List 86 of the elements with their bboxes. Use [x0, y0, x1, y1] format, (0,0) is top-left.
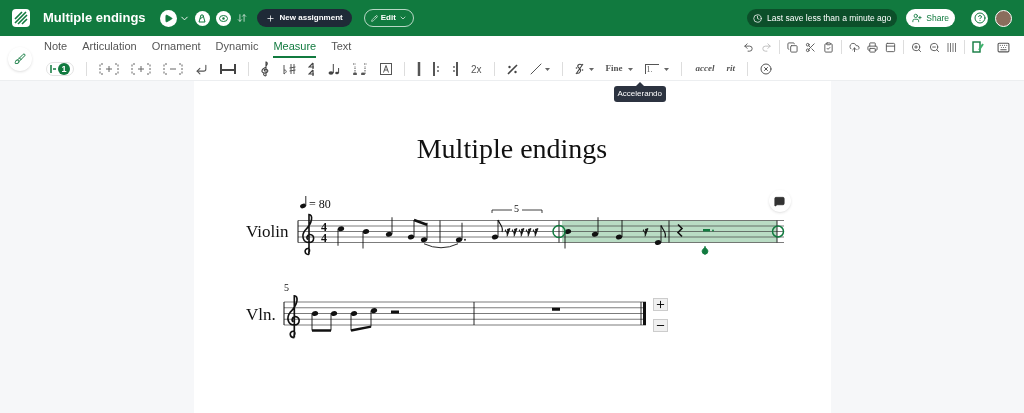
- clock-icon: [753, 13, 763, 23]
- tuner-button[interactable]: [215, 10, 231, 26]
- tab[interactable]: Note: [44, 36, 68, 58]
- keyboard-icon[interactable]: [997, 40, 1010, 54]
- droplet-icon[interactable]: [699, 245, 710, 255]
- brush-icon: [14, 53, 26, 65]
- tab[interactable]: Ornament: [151, 36, 201, 58]
- copy-icon[interactable]: [787, 41, 798, 53]
- time-signature: 4: [320, 231, 327, 245]
- add-staff-button[interactable]: [652, 298, 668, 311]
- upload-icon[interactable]: [849, 41, 860, 53]
- tab[interactable]: Articulation: [82, 36, 137, 58]
- comment-button[interactable]: [768, 190, 791, 212]
- dot-icon: [711, 229, 714, 232]
- save-status: Last save less than a minute ago: [747, 9, 898, 27]
- eye-icon: [218, 14, 228, 22]
- instrument-name: Violin: [245, 222, 288, 241]
- ritardando-button[interactable]: rit: [726, 62, 736, 76]
- segno-icon[interactable]: [574, 63, 584, 75]
- fine-dropdown[interactable]: Fine: [605, 62, 623, 76]
- score-pencil-icon[interactable]: [972, 41, 984, 53]
- cut-icon[interactable]: [805, 41, 816, 53]
- score-title: Multiple endings: [415, 133, 609, 165]
- accelerando-button[interactable]: accel: [695, 62, 715, 76]
- remove-staff-button[interactable]: [652, 319, 668, 332]
- caret-icon[interactable]: [588, 67, 594, 71]
- tab[interactable]: Dynamic: [215, 36, 259, 58]
- line-break-icon[interactable]: [195, 62, 208, 76]
- share-button[interactable]: Share: [906, 9, 955, 27]
- play-button[interactable]: [159, 9, 177, 27]
- zoom-out-icon[interactable]: [929, 41, 940, 53]
- measure-number: 5: [283, 282, 289, 293]
- measure-width-icon[interactable]: [220, 64, 236, 74]
- tempo-icon[interactable]: [328, 63, 340, 75]
- tooltip: Accelerando: [613, 86, 666, 102]
- tab[interactable]: Text: [331, 36, 352, 58]
- repeat-end-icon[interactable]: [452, 62, 459, 76]
- tab[interactable]: Measure: [273, 36, 317, 58]
- pencil-icon: [370, 14, 378, 22]
- print-icon[interactable]: [867, 41, 878, 53]
- measure-repeat-icon[interactable]: [506, 63, 518, 75]
- plus-icon: [654, 299, 666, 310]
- paste-icon[interactable]: [823, 41, 834, 53]
- add-person-icon: [912, 13, 923, 23]
- play-icon: [163, 13, 173, 23]
- caret-icon[interactable]: [544, 67, 550, 71]
- caret-icon: [398, 14, 407, 22]
- half-rest: [702, 229, 710, 232]
- volta-bracket[interactable]: 1.: [644, 64, 659, 74]
- caret-icon[interactable]: [663, 67, 669, 71]
- brush-button[interactable]: [8, 47, 32, 71]
- time-signature-icon[interactable]: [308, 62, 316, 76]
- selection-handle[interactable]: [771, 225, 784, 238]
- tuplet-number: 5: [513, 203, 519, 214]
- help-button[interactable]: [971, 9, 988, 27]
- instrument-name: Vln.: [245, 305, 276, 324]
- treble-clef-icon[interactable]: [261, 61, 270, 77]
- transpose-icon[interactable]: [236, 13, 247, 23]
- new-assignment-button[interactable]: New assignment: [256, 9, 352, 27]
- staff-icon: [50, 65, 56, 73]
- repeat-count-button[interactable]: 2x: [471, 61, 482, 77]
- key-signature-icon[interactable]: [282, 63, 296, 75]
- logo-icon[interactable]: [12, 9, 30, 27]
- time-signature: 4: [320, 220, 327, 234]
- metronome-button[interactable]: [194, 10, 210, 26]
- help-icon: [973, 12, 986, 24]
- bars-icon[interactable]: [947, 42, 957, 52]
- metronome-icon: [198, 13, 207, 23]
- undo-icon[interactable]: [743, 41, 754, 53]
- tempo-note-icon: [299, 195, 306, 209]
- zoom-in-icon[interactable]: [911, 41, 922, 53]
- single-barline-icon[interactable]: [417, 62, 421, 76]
- clear-icon[interactable]: [760, 63, 773, 75]
- layout-icon[interactable]: [885, 41, 896, 53]
- repeat-start-icon[interactable]: [433, 62, 440, 76]
- selection-handle[interactable]: [551, 224, 566, 239]
- tempo-marking: = 80: [308, 197, 331, 211]
- count-badge: 1: [58, 63, 70, 75]
- caret-icon[interactable]: [627, 67, 633, 71]
- pickup-icon[interactable]: [352, 63, 368, 75]
- comment-icon: [774, 195, 785, 207]
- text-box-icon[interactable]: [380, 63, 392, 75]
- avatar[interactable]: [995, 9, 1012, 27]
- slash-icon[interactable]: [529, 63, 542, 75]
- plus-icon: [265, 13, 275, 23]
- document-title: Multiple endings: [43, 9, 146, 28]
